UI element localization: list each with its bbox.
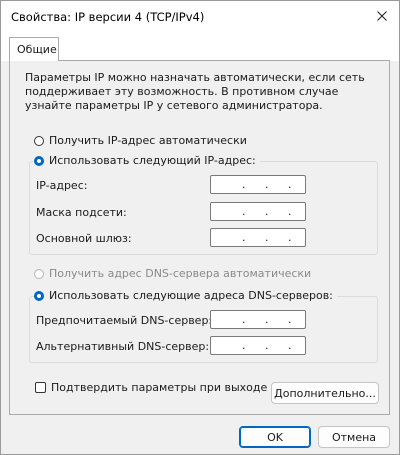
ip-dot: . — [265, 205, 269, 218]
ip-manual-radio-indicator — [34, 155, 44, 166]
ok-button[interactable]: OK — [239, 426, 311, 448]
tab-general-label: Общие — [17, 43, 57, 56]
subnet-mask-label: Маска подсети: — [36, 206, 127, 219]
validate-on-exit-checkbox[interactable]: Подтвердить параметры при выходе — [35, 381, 267, 394]
ip-auto-radio-indicator — [34, 135, 44, 146]
ip-dot: . — [265, 339, 269, 352]
ip-dot: . — [288, 178, 292, 191]
validate-on-exit-checkbox-box — [35, 382, 46, 393]
advanced-button[interactable]: Дополнительно... — [271, 382, 379, 404]
ip-dot: . — [265, 178, 269, 191]
ip-auto-radio-label: Получить IP-адрес автоматически — [49, 134, 247, 147]
subnet-mask-input[interactable]: . . . — [210, 202, 306, 221]
ip-dot: . — [242, 313, 246, 326]
ip-dot: . — [288, 205, 292, 218]
default-gateway-label: Основной шлюз: — [36, 232, 132, 245]
preferred-dns-label: Предпочитаемый DNS-сервер: — [36, 314, 213, 327]
alternate-dns-input[interactable]: . . . — [210, 336, 306, 355]
ip-dot: . — [288, 339, 292, 352]
ip-auto-radio[interactable]: Получить IP-адрес автоматически — [34, 134, 247, 147]
dns-manual-radio-label: Использовать следующие адреса DNS-сервер… — [49, 289, 333, 302]
dns-auto-radio-indicator — [34, 268, 44, 279]
tab-general[interactable]: Общие — [9, 37, 59, 61]
ip-dot: . — [242, 205, 246, 218]
preferred-dns-input[interactable]: . . . — [210, 310, 306, 329]
validate-on-exit-label: Подтвердить параметры при выходе — [51, 381, 268, 394]
description-text: Параметры IP можно назначать автоматичес… — [25, 71, 365, 112]
tab-strip — [1, 33, 399, 61]
ip-address-label: IP-адрес: — [36, 179, 88, 192]
dns-auto-radio[interactable]: Получить адрес DNS-сервера автоматически — [34, 267, 311, 280]
close-icon — [377, 11, 387, 21]
cancel-button[interactable]: Отмена — [318, 426, 390, 448]
default-gateway-input[interactable]: . . . — [210, 228, 306, 247]
ip-dot: . — [242, 178, 246, 191]
window-title: Свойства: IP версии 4 (TCP/IPv4) — [11, 10, 205, 24]
ip-dot: . — [242, 339, 246, 352]
ip-dot: . — [288, 231, 292, 244]
ip-dot: . — [265, 231, 269, 244]
ip-dot: . — [288, 313, 292, 326]
ip-manual-radio[interactable]: Использовать следующий IP-адрес: — [34, 154, 260, 167]
ipv4-properties-dialog: Свойства: IP версии 4 (TCP/IPv4) Общие П… — [0, 0, 400, 455]
dns-manual-radio[interactable]: Использовать следующие адреса DNS-сервер… — [34, 289, 337, 302]
title-bar: Свойства: IP версии 4 (TCP/IPv4) — [1, 1, 399, 33]
alternate-dns-label: Альтернативный DNS-сервер: — [36, 340, 210, 353]
ip-address-input[interactable]: . . . — [210, 175, 306, 194]
ip-dot: . — [242, 231, 246, 244]
dns-manual-radio-indicator — [34, 290, 44, 301]
ip-manual-radio-label: Использовать следующий IP-адрес: — [49, 154, 256, 167]
ip-dot: . — [265, 313, 269, 326]
close-button[interactable] — [369, 5, 395, 27]
dns-auto-radio-label: Получить адрес DNS-сервера автоматически — [49, 267, 312, 280]
